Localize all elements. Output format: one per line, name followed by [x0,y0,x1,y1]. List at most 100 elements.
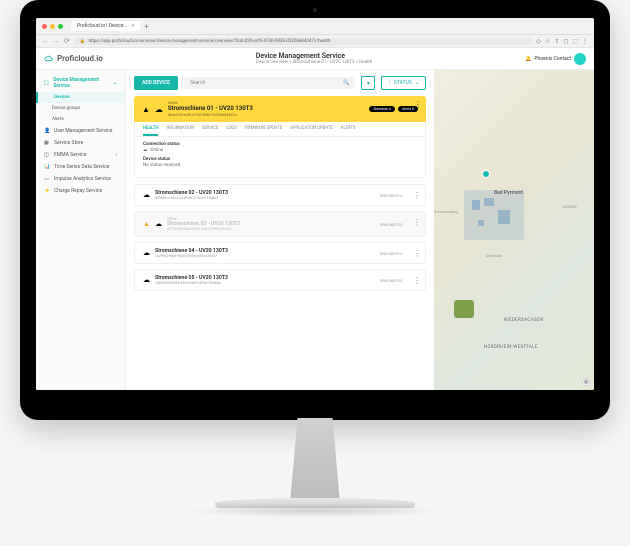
warning-icon: ▲ [142,105,150,114]
device-icon: ⬚ [44,80,49,86]
tab-service[interactable]: SERVICE [202,126,218,136]
map-district: OESDORF [562,205,577,209]
sidebar: ⬚ Device Management Service ⌄ Devices De… [36,70,126,390]
search-input[interactable]: Search 🔍 [184,77,355,89]
sidebar-sub-devices[interactable]: Devices [36,92,125,103]
sidebar-item-emma[interactable]: ◫EMMA Service› [36,149,125,161]
device-model: EEM-SB370-C [380,251,403,256]
status-badge: Schedule A [369,106,394,112]
cloud-icon: ☁ [143,191,150,199]
url-input[interactable]: 🔒 https://app.proficloud.io/services/dev… [74,38,532,45]
device-status-value: No status received [143,163,417,168]
tabs-icon[interactable]: ◻ [563,38,568,45]
star-icon[interactable]: ☆ [545,38,550,45]
cloud-icon: ☁ [155,220,162,228]
tab-title: Proficloud.io | Device... [77,23,128,29]
sidebar-sub-alerts[interactable]: Alerts [36,114,125,125]
extension-icon[interactable]: ◇ [536,38,541,45]
browser-tab[interactable]: Proficloud.io | Device... × [71,21,140,31]
dashboard-icon: ◫ [44,152,50,158]
device-model: EEM-SB370-C [380,222,403,227]
map-city-label: Bad Pyrmont [494,190,523,196]
search-icon: 🔍 [343,80,349,86]
browser-url-bar: ← → ⟳ 🔒 https://app.proficloud.io/servic… [36,35,594,48]
tab-application[interactable]: APPLICATION UPDATE [290,126,333,136]
maximize-window[interactable] [58,24,63,29]
device-row[interactable]: ☁Stromschiene 05 - UV20 130T32383e395-b0… [134,269,426,291]
browser-tab-strip: Proficloud.io | Device... × + [36,18,594,35]
more-menu-icon[interactable]: ⋮ [413,191,421,200]
map-pin-icon[interactable] [482,170,490,178]
new-tab-button[interactable]: + [144,22,149,31]
device-model: EEM-SB370-C [380,278,403,283]
sidebar-item-timeseries[interactable]: 📊Time Series Data Service [36,161,125,173]
device-tabs: HEALTH INFORMATION SERVICE LOGS FIRMWARE… [135,122,425,137]
user-icon: 👤 [44,128,50,134]
menu-icon[interactable]: ⋮ [582,38,588,45]
device-row[interactable]: ☁Stromschiene 02 - UV20 130T30496fbcc-ce… [134,184,426,206]
sidebar-item-device-mgmt[interactable]: ⬚ Device Management Service ⌄ [36,74,125,92]
app-topbar: Proficloud.io Device Management Service … [36,48,594,70]
sidebar-item-impulse[interactable]: 〰Impulse Analytics Service [36,173,125,185]
more-menu-icon[interactable]: ⋮ [413,218,421,227]
search-placeholder: Search [190,80,205,86]
breadcrumb: Device overview > Stromschiene 01 - UV20… [256,60,372,65]
tab-information[interactable]: INFORMATION [166,126,194,136]
nav-reload-icon[interactable]: ⟳ [64,37,70,45]
connection-status-value: Online [151,148,164,153]
user-menu[interactable]: 🔔 Phoenix Contact [525,53,586,65]
cloud-icon: ☁ [143,276,150,284]
user-name: Phoenix Contact [534,56,571,62]
device-id: 2383e395-b085-4934-ea85-c8f3b16346bb [155,281,228,285]
cloud-icon: ☁ [143,148,148,153]
close-window[interactable] [42,24,47,29]
sidebar-item-user-mgmt[interactable]: 👤User Management Service [36,125,125,137]
page-title: Device Management Service [256,52,372,60]
close-tab-icon[interactable]: × [132,23,135,29]
tab-health[interactable]: HEALTH [143,126,158,136]
profile-icon[interactable]: ⬚ [572,38,578,45]
filter-button[interactable]: ▾ [361,76,375,90]
store-icon: ▦ [44,140,50,146]
add-device-button[interactable]: ADD DEVICE [134,76,178,90]
sidebar-item-service-store[interactable]: ▦Service Store [36,137,125,149]
more-menu-icon[interactable]: ⋮ [413,249,421,258]
cloud-icon: ☁ [155,105,163,114]
charge-icon: ⚡ [44,188,50,194]
brand-logo[interactable]: Proficloud.io [44,54,103,64]
selected-device-header[interactable]: ▲ ☁ Online Stromschiene 01 - UV20 130T3 … [134,96,426,122]
cloud-icon [44,54,54,64]
window-controls[interactable] [42,24,63,29]
toolbar: ADD DEVICE Search 🔍 ▾ ↕ STATUS ⌄ [134,76,426,90]
cloud-icon: ☁ [143,249,150,257]
minimize-window[interactable] [50,24,55,29]
more-menu-icon[interactable]: ⋮ [414,100,422,109]
map-locate-button[interactable]: ◎ [582,378,590,386]
device-id: d778b5d0-0ba2-30e2-b404-69f8c82fe3a2 [167,227,240,231]
avatar[interactable] [574,53,586,65]
chevron-down-icon: ⌄ [415,80,419,86]
notification-icon[interactable]: 🔔 [525,56,531,62]
map-panel[interactable]: Bad Pyrmont NIEDERSACHSEN NORDRHEIN-WEST… [434,70,594,390]
nav-back-icon[interactable]: ← [42,37,49,45]
map-district: Schimmenberg [434,210,458,214]
filter-icon: ▾ [367,80,370,87]
status-filter-button[interactable]: ↕ STATUS ⌄ [381,76,426,90]
sidebar-sub-device-groups[interactable]: Device groups [36,103,125,114]
device-id: 0496fbcc-ce22-4449-d612-9c89718dad7 [155,196,228,200]
tab-alerts[interactable]: ALERTS [341,126,356,136]
share-icon[interactable]: ⇧ [554,38,559,45]
more-menu-icon[interactable]: ⋮ [413,276,421,285]
tab-firmware[interactable]: FIRMWARE UPDATE [245,126,282,136]
sidebar-item-charge[interactable]: ⚡Charge Repay Service [36,185,125,197]
nav-forward-icon[interactable]: → [53,37,60,45]
lock-icon: 🔒 [80,39,86,44]
url-text: https://app.proficloud.io/services/devic… [88,39,330,44]
warning-icon: ▲ [143,220,150,228]
device-id: 2b29fa2-fbbd-9838-2045-c6df4cd56cb7 [155,254,228,258]
device-row[interactable]: ☁Stromschiene 04 - UV20 130T32b29fa2-fbb… [134,242,426,264]
map-street: Südstraße [486,254,502,258]
device-status-label: Device status [143,157,417,162]
tab-logs[interactable]: LOGS [226,126,236,136]
device-row[interactable]: ▲☁OfflineStromschiene 03 - UV20 130T3d77… [134,211,426,237]
